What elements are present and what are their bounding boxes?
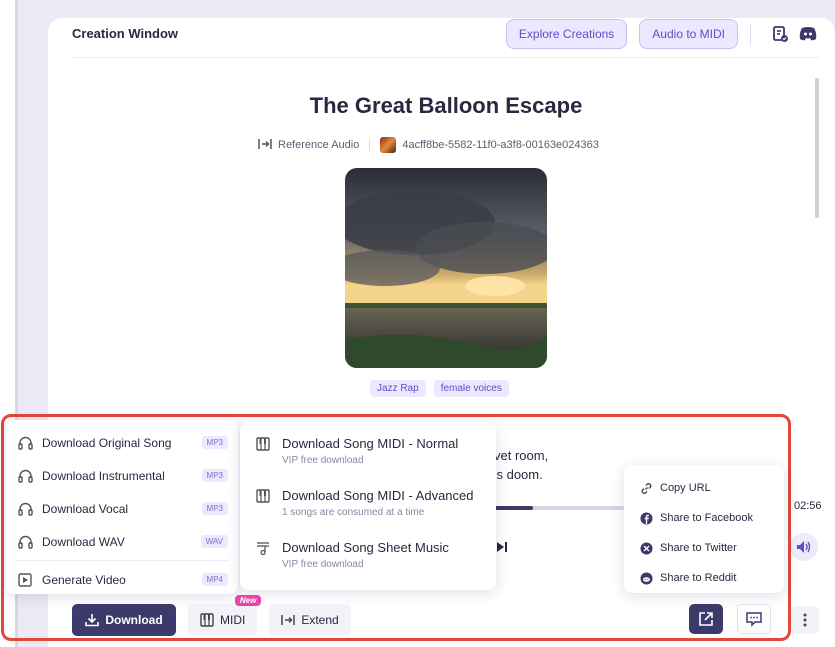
menu-item-label: Download Song MIDI - Normal (282, 436, 459, 451)
extend-button-label: Extend (301, 613, 339, 627)
share-button[interactable] (689, 604, 723, 634)
format-badge: MP3 (201, 436, 228, 449)
extend-button[interactable]: Extend (269, 604, 351, 636)
document-check-icon[interactable] (769, 23, 791, 45)
download-instrumental-item[interactable]: Download Instrumental MP3 (6, 459, 238, 492)
headphones-icon (18, 534, 34, 550)
tag-list: Jazz Rap female voices (370, 380, 509, 397)
menu-item-label: Share to Twitter (660, 542, 737, 554)
menu-item-label: Share to Reddit (660, 572, 737, 584)
menu-item-label: Download Vocal (42, 501, 129, 516)
menu-item-label: Download Song MIDI - Advanced (282, 488, 474, 503)
song-cover-image (345, 168, 547, 368)
menu-item-label: Copy URL (660, 482, 711, 494)
menu-item-label: Download Instrumental (42, 468, 165, 483)
download-button-label: Download (105, 613, 163, 627)
extend-icon (281, 615, 296, 625)
bottom-action-bar: Download MIDI New Extend (72, 595, 351, 636)
reference-audio-label: Reference Audio (278, 139, 360, 151)
midi-menu: Download Song MIDI - Normal VIP free dow… (240, 422, 496, 590)
midi-button[interactable]: MIDI New (188, 595, 262, 636)
new-badge: New (234, 595, 262, 606)
share-menu: Copy URL Share to Facebook Share to Twit… (624, 465, 784, 593)
format-badge: WAV (200, 535, 228, 548)
copy-url-item[interactable]: Copy URL (624, 473, 784, 503)
page-title: Creation Window (72, 26, 179, 41)
headphones-icon (18, 501, 34, 517)
menu-item-subtitle: VIP free download (282, 559, 364, 570)
share-external-icon (699, 612, 713, 626)
reddit-icon (640, 572, 654, 585)
reference-row: Reference Audio 4acff8be-5582-11f0-a3f8-… (258, 137, 599, 153)
share-reddit-item[interactable]: Share to Reddit (624, 563, 784, 593)
facebook-icon (640, 512, 654, 525)
menu-divider (16, 560, 228, 561)
reference-audio-icon (258, 138, 272, 153)
download-button[interactable]: Download (72, 604, 176, 636)
volume-button[interactable] (790, 533, 818, 561)
volume-icon (797, 541, 811, 553)
reference-divider (369, 139, 371, 151)
menu-item-subtitle: 1 songs are consumed at a time (282, 507, 425, 518)
download-icon (85, 614, 100, 627)
menu-item-subtitle: VIP free download (282, 455, 364, 466)
format-badge: MP4 (201, 573, 228, 586)
more-options-button[interactable] (791, 606, 819, 634)
tag-jazz-rap[interactable]: Jazz Rap (370, 380, 426, 397)
headphones-icon (18, 435, 34, 451)
duration-label: 02:56 (794, 500, 822, 512)
menu-item-label: Download Song Sheet Music (282, 540, 449, 555)
piano-icon (256, 436, 272, 451)
explore-creations-button[interactable]: Explore Creations (505, 18, 628, 49)
download-menu: Download Original Song MP3 Download Inst… (6, 420, 238, 594)
audio-to-midi-button[interactable]: Audio to MIDI (639, 18, 738, 49)
download-midi-advanced-item[interactable]: Download Song MIDI - Advanced 1 songs ar… (240, 484, 496, 536)
download-wav-item[interactable]: Download WAV WAV (6, 525, 238, 558)
link-icon (640, 482, 654, 495)
header-divider (750, 22, 751, 45)
song-title: The Great Balloon Escape (309, 93, 583, 118)
menu-item-label: Generate Video (42, 572, 126, 587)
menu-item-label: Share to Facebook (660, 512, 753, 524)
more-vertical-icon (803, 613, 807, 627)
piano-icon (200, 613, 214, 627)
twitter-x-icon (640, 542, 654, 555)
reference-id[interactable]: 4acff8be-5582-11f0-a3f8-00163e024363 (402, 139, 599, 151)
format-badge: MP3 (201, 469, 228, 482)
menu-item-label: Download Original Song (42, 435, 172, 450)
reference-thumbnail (380, 137, 397, 153)
share-twitter-item[interactable]: Share to Twitter (624, 533, 784, 563)
comment-icon (746, 611, 762, 627)
discord-icon[interactable] (797, 23, 819, 45)
download-midi-normal-item[interactable]: Download Song MIDI - Normal VIP free dow… (240, 432, 496, 484)
download-vocal-item[interactable]: Download Vocal MP3 (6, 492, 238, 525)
piano-icon (256, 488, 272, 503)
download-original-song-item[interactable]: Download Original Song MP3 (6, 426, 238, 459)
creation-window-header: Creation Window Explore Creations Audio … (72, 10, 819, 58)
comment-button[interactable] (737, 604, 771, 634)
menu-item-label: Download WAV (42, 534, 125, 549)
format-badge: MP3 (201, 502, 228, 515)
headphones-icon (18, 468, 34, 484)
share-facebook-item[interactable]: Share to Facebook (624, 503, 784, 533)
download-sheet-music-item[interactable]: Download Song Sheet Music VIP free downl… (240, 536, 496, 588)
sheet-music-icon (256, 541, 272, 555)
generate-video-item[interactable]: Generate Video MP4 (6, 563, 238, 596)
tag-female-voices[interactable]: female voices (433, 380, 509, 397)
video-play-icon (18, 572, 34, 588)
midi-button-label: MIDI (220, 613, 246, 627)
